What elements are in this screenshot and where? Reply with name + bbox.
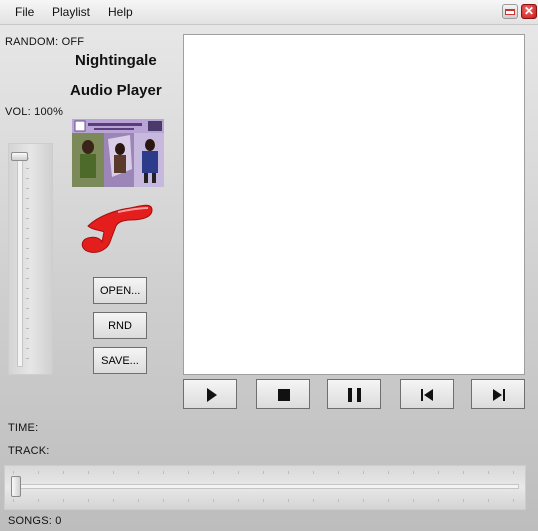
random-status: RANDOM: OFF <box>5 36 85 48</box>
volume-track[interactable] <box>17 157 23 367</box>
menu-playlist[interactable]: Playlist <box>52 5 90 19</box>
pause-button[interactable] <box>327 379 381 409</box>
playlist-box[interactable] <box>183 34 525 375</box>
volume-thumb[interactable] <box>11 152 28 161</box>
close-icon: ✕ <box>523 4 535 18</box>
previous-button[interactable] <box>400 379 454 409</box>
seek-ticks-bottom <box>13 499 519 502</box>
restore-button[interactable] <box>502 4 518 19</box>
pause-icon <box>348 388 361 402</box>
seek-track[interactable] <box>13 484 519 489</box>
menu-help[interactable]: Help <box>108 5 133 19</box>
next-button[interactable] <box>471 379 525 409</box>
stop-icon <box>278 389 290 401</box>
track-label: TRACK: <box>8 445 50 457</box>
next-icon <box>493 389 505 401</box>
songs-count: SONGS: 0 <box>8 515 62 527</box>
play-button[interactable] <box>183 379 237 409</box>
menu-file[interactable]: File <box>15 5 34 19</box>
save-button[interactable]: SAVE... <box>93 347 147 374</box>
music-note-icon <box>78 196 156 256</box>
seek-thumb[interactable] <box>11 476 21 497</box>
random-button[interactable]: RND <box>93 312 147 339</box>
stop-button[interactable] <box>256 379 310 409</box>
volume-ticks <box>26 158 29 368</box>
seek-slider[interactable] <box>4 465 526 510</box>
menu-bar: File Playlist Help ✕ <box>0 0 538 25</box>
app-title-line1: Nightingale <box>75 52 157 69</box>
close-button[interactable]: ✕ <box>521 4 537 19</box>
restore-icon <box>505 9 515 15</box>
volume-status: VOL: 100% <box>5 106 64 118</box>
volume-slider[interactable] <box>8 143 53 375</box>
seek-ticks-top <box>13 471 519 474</box>
time-label: TIME: <box>8 422 39 434</box>
album-art <box>72 119 164 187</box>
open-button[interactable]: OPEN... <box>93 277 147 304</box>
play-icon <box>207 388 217 402</box>
app-title-line2: Audio Player <box>70 82 162 99</box>
previous-icon <box>421 389 433 401</box>
